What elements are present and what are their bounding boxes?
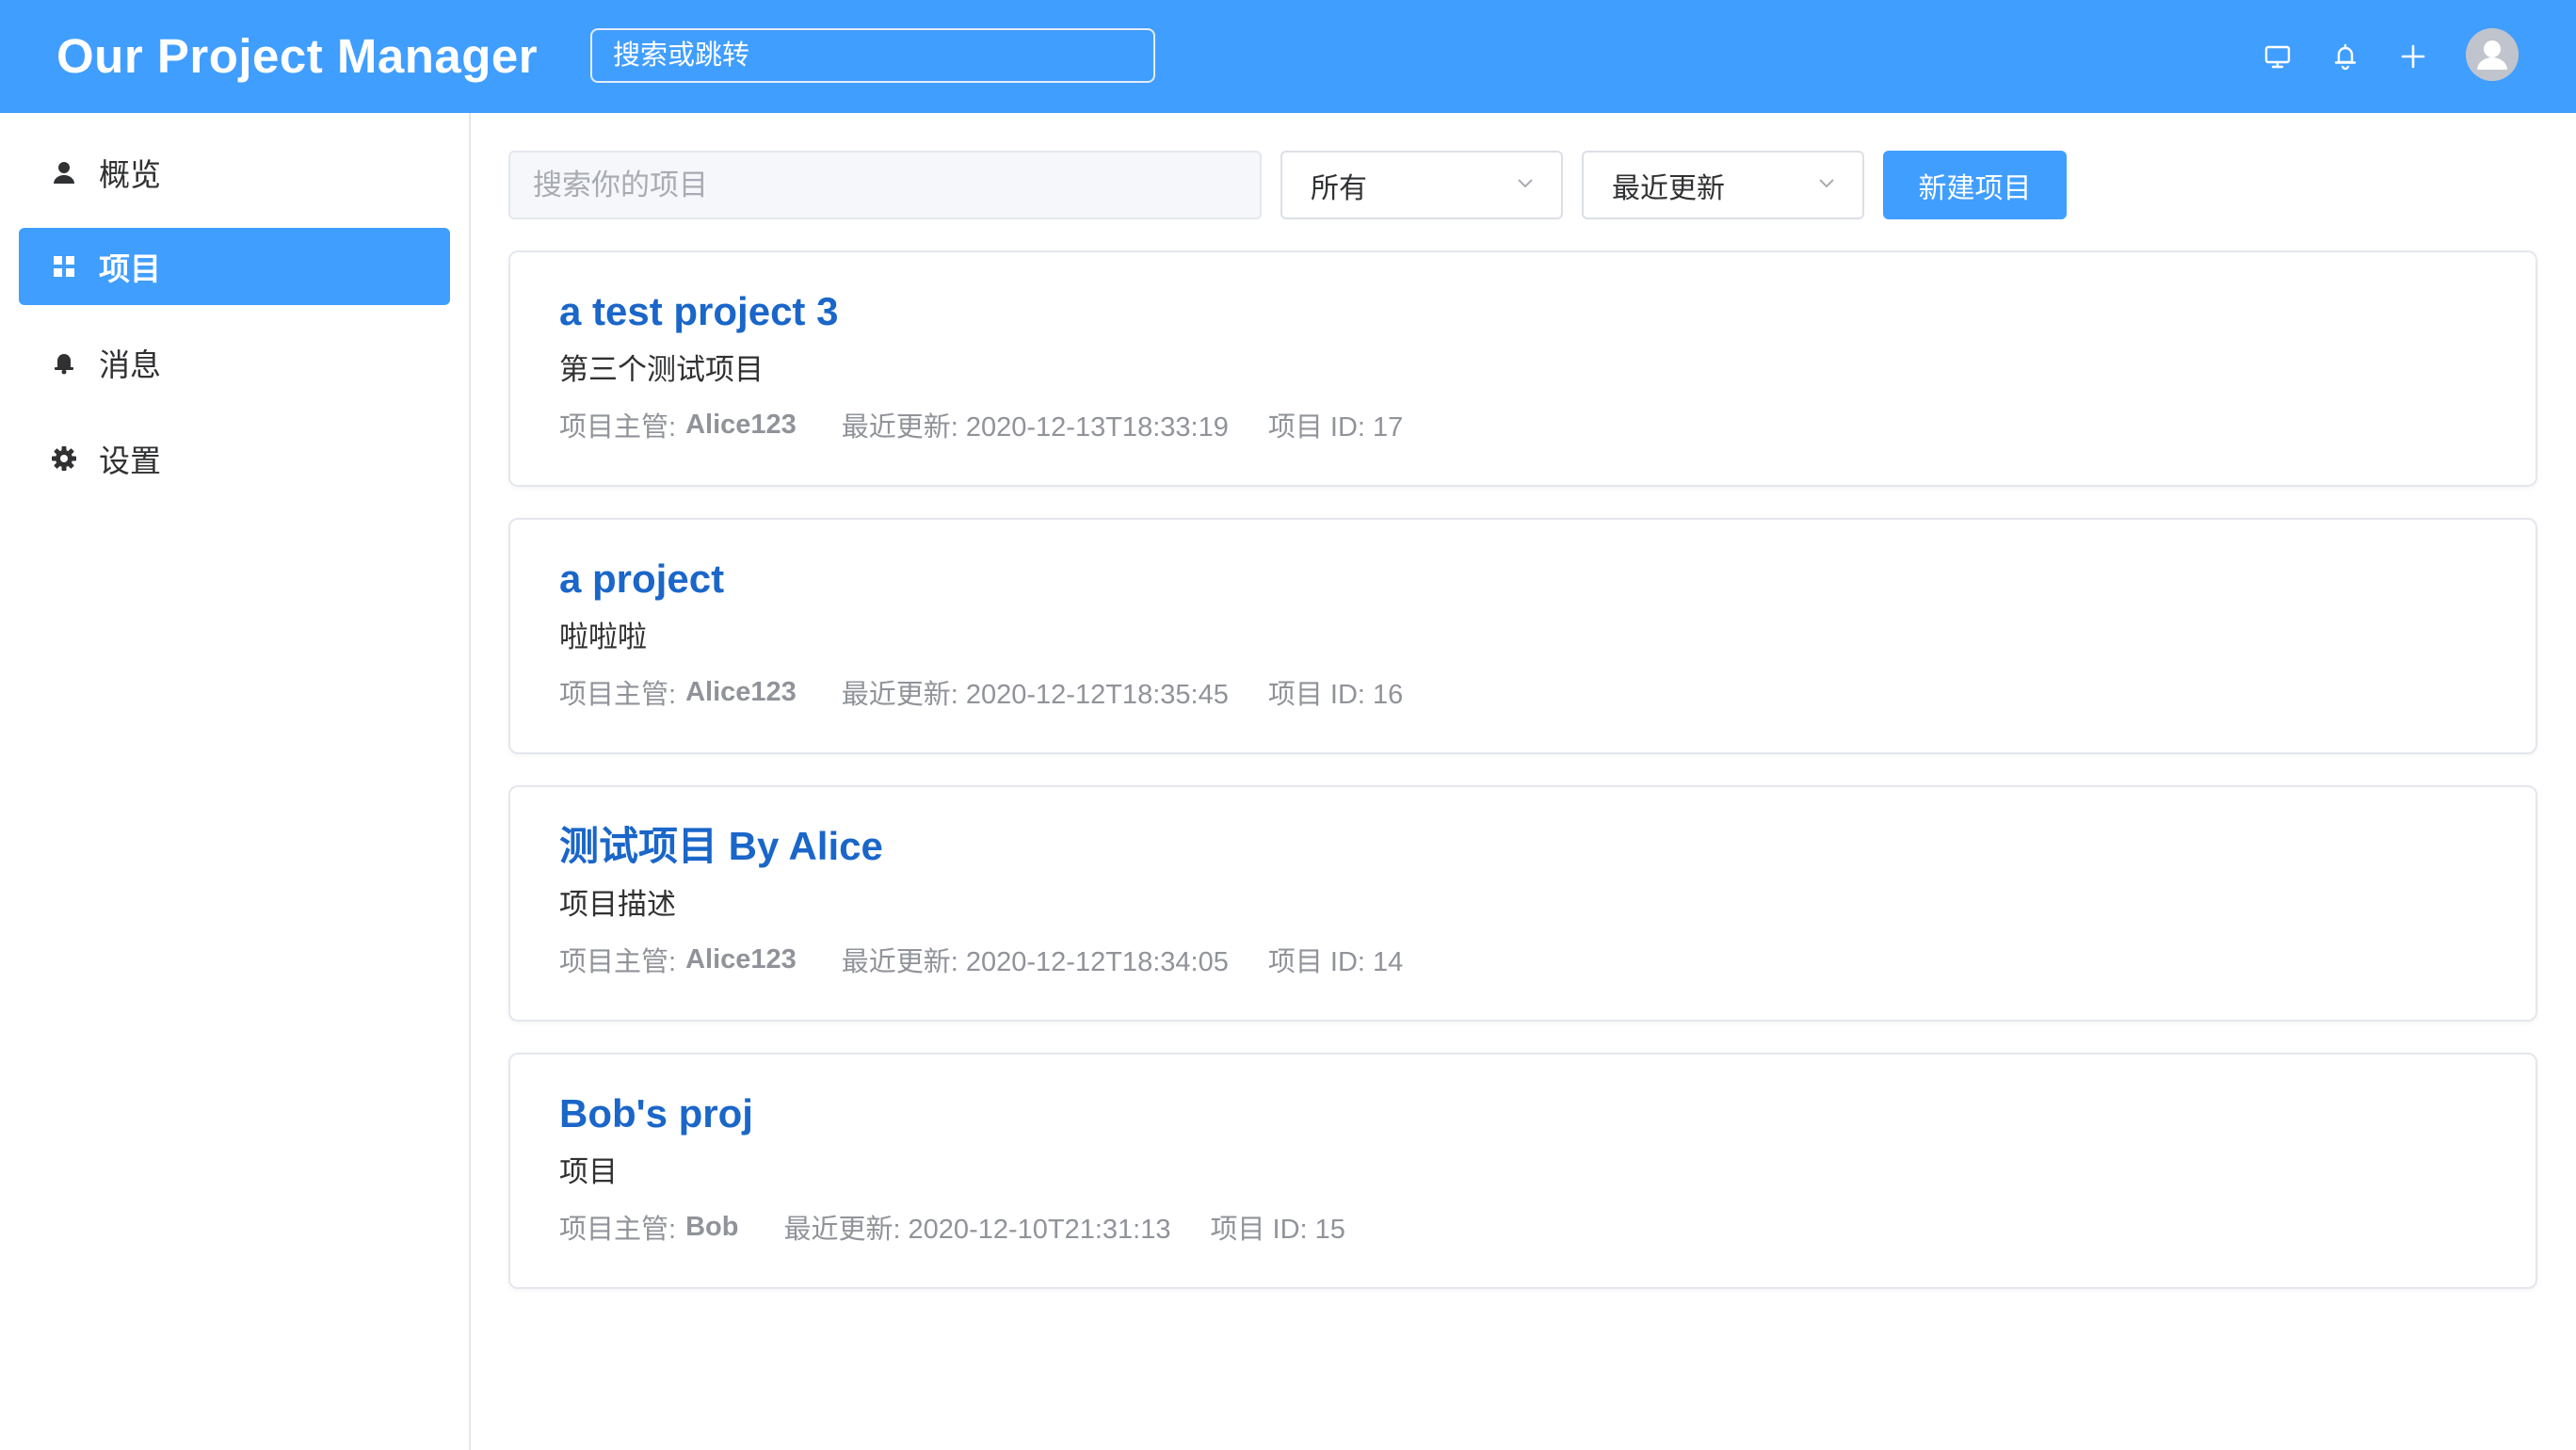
monitor-icon[interactable] <box>2259 38 2296 75</box>
sidebar-item-label: 消息 <box>99 347 161 382</box>
project-meta: 项目主管: Alice123 最近更新: 2020-12-12T18:35:45… <box>559 675 1404 711</box>
project-description: 项目描述 <box>559 888 676 921</box>
user-avatar[interactable] <box>2466 28 2519 81</box>
owner-label: 项目主管: <box>559 947 677 977</box>
sidebar: 概览 项目 消息 设置 <box>0 113 471 1450</box>
grid-icon <box>50 252 78 281</box>
last-updated: 最近更新: 2020-12-10T21:31:13 <box>783 1215 1171 1245</box>
plus-icon[interactable] <box>2394 38 2432 75</box>
project-search-input[interactable] <box>508 151 1262 219</box>
chevron-down-icon <box>1514 169 1537 201</box>
project-card: a project 啦啦啦 项目主管: Alice123 最近更新: 2020-… <box>508 518 2537 754</box>
project-meta: 项目主管: Alice123 最近更新: 2020-12-13T18:33:19… <box>559 408 1404 443</box>
project-description: 第三个测试项目 <box>559 353 764 386</box>
sort-select-value: 最近更新 <box>1612 172 1725 204</box>
owner-name: Alice123 <box>685 676 797 707</box>
project-meta: 项目主管: Bob 最近更新: 2020-12-10T21:31:13 项目 I… <box>559 1210 1345 1246</box>
sidebar-item-label: 设置 <box>99 443 161 478</box>
global-search-input[interactable] <box>590 28 1155 83</box>
project-id: 项目 ID: 17 <box>1267 412 1404 443</box>
bell-icon <box>50 348 78 377</box>
owner-name: Alice123 <box>685 943 797 975</box>
filter-select[interactable]: 所有 <box>1280 151 1563 219</box>
project-meta: 项目主管: Alice123 最近更新: 2020-12-12T18:34:05… <box>559 942 1404 978</box>
owner-label: 项目主管: <box>559 1215 677 1245</box>
project-card: 测试项目 By Alice 项目描述 项目主管: Alice123 最近更新: … <box>508 785 2537 1022</box>
project-card: a test project 3 第三个测试项目 项目主管: Alice123 … <box>508 250 2537 487</box>
sidebar-item-projects[interactable]: 项目 <box>19 228 450 305</box>
sort-select[interactable]: 最近更新 <box>1582 151 1864 219</box>
project-title-link[interactable]: Bob's proj <box>559 1090 753 1137</box>
project-card: Bob's proj 项目 项目主管: Bob 最近更新: 2020-12-10… <box>508 1053 2537 1289</box>
sidebar-item-label: 概览 <box>99 157 161 192</box>
sidebar-item-settings[interactable]: 设置 <box>19 420 450 497</box>
sidebar-item-messages[interactable]: 消息 <box>19 324 450 401</box>
filter-select-value: 所有 <box>1311 172 1367 204</box>
top-header: Our Project Manager <box>0 0 2576 113</box>
last-updated: 最近更新: 2020-12-13T18:33:19 <box>841 412 1229 443</box>
sidebar-item-overview[interactable]: 概览 <box>19 134 450 211</box>
sidebar-item-label: 项目 <box>99 251 161 286</box>
project-id: 项目 ID: 16 <box>1267 680 1404 710</box>
app-title[interactable]: Our Project Manager <box>56 28 538 85</box>
user-silhouette-icon <box>2466 28 2519 81</box>
project-title-link[interactable]: 测试项目 By Alice <box>559 823 883 870</box>
user-icon <box>50 158 78 186</box>
owner-name: Bob <box>685 1211 739 1242</box>
chevron-down-icon <box>1815 169 1838 201</box>
project-description: 项目 <box>559 1155 618 1188</box>
owner-label: 项目主管: <box>559 412 677 443</box>
project-id: 项目 ID: 14 <box>1267 947 1404 977</box>
last-updated: 最近更新: 2020-12-12T18:35:45 <box>841 680 1229 710</box>
project-description: 啦啦啦 <box>559 620 647 653</box>
project-title-link[interactable]: a project <box>559 556 724 603</box>
owner-name: Alice123 <box>685 409 797 440</box>
owner-label: 项目主管: <box>559 680 677 710</box>
bell-icon[interactable] <box>2326 38 2364 75</box>
last-updated: 最近更新: 2020-12-12T18:34:05 <box>841 947 1229 977</box>
new-project-button[interactable]: 新建项目 <box>1883 151 2067 219</box>
project-title-link[interactable]: a test project 3 <box>559 288 838 335</box>
gear-icon <box>50 444 78 473</box>
project-id: 项目 ID: 15 <box>1210 1215 1345 1245</box>
